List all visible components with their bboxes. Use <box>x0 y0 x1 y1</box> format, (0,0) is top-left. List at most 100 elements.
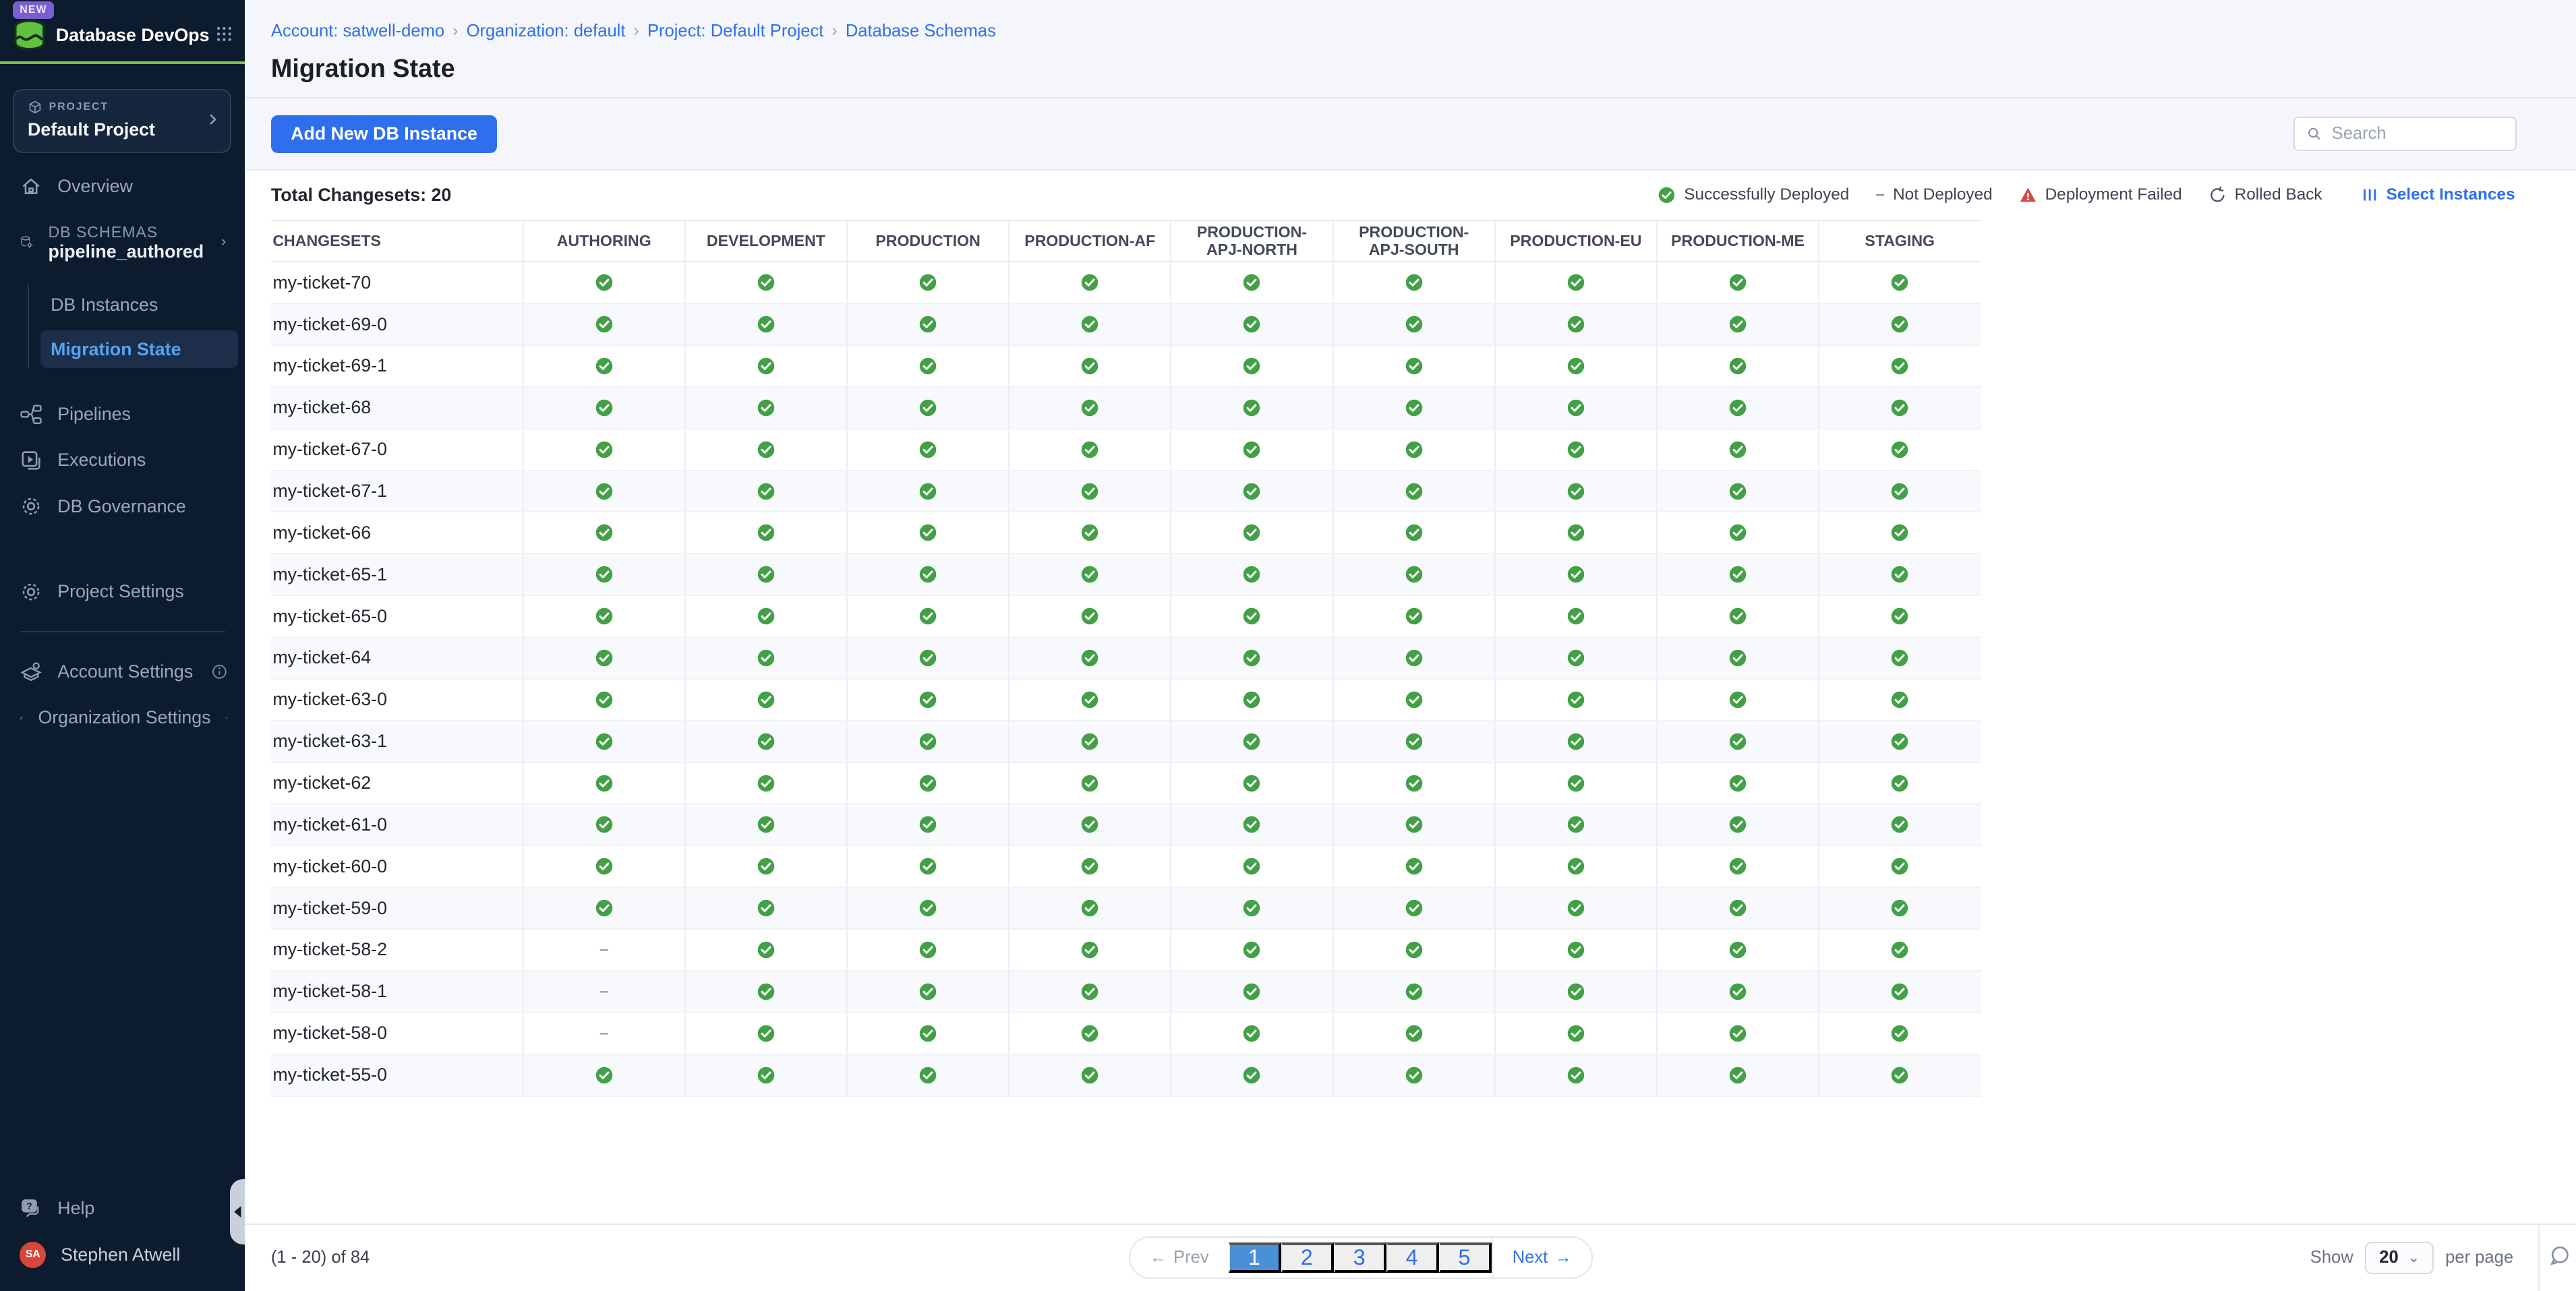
feedback-chat-icon[interactable] <box>2548 1244 2571 1267</box>
status-deployed-icon <box>757 273 775 292</box>
status-deployed-cell <box>1008 1013 1170 1054</box>
breadcrumb-link[interactable]: Project: Default Project <box>647 22 823 41</box>
sidebar-item-executions[interactable]: Executions <box>0 438 245 483</box>
status-not-deployed-dash: – <box>1875 185 1885 204</box>
status-deployed-cell <box>684 971 846 1012</box>
status-deployed-icon <box>757 1066 775 1085</box>
status-deployed-cell <box>1170 638 1332 678</box>
sidebar-item-overview[interactable]: Overview <box>0 163 245 209</box>
status-deployed-icon <box>1405 607 1424 626</box>
sidebar-item-db-schemas[interactable]: DB SCHEMAS pipeline_authored <box>0 212 245 272</box>
status-deployed-cell <box>1656 1013 1818 1054</box>
status-deployed-icon <box>757 690 775 709</box>
status-deployed-cell <box>1008 346 1170 386</box>
sidebar-item-db-instances[interactable]: DB Instances <box>40 284 245 326</box>
sidebar-nav: Overview DB SCHEMAS pipeline_authored DB… <box>0 153 245 1290</box>
status-deployed-icon <box>1890 649 1909 667</box>
status-deployed-icon <box>757 732 775 751</box>
changeset-name: my-ticket-63-1 <box>271 721 523 762</box>
sidebar-collapse-handle[interactable] <box>230 1179 245 1244</box>
breadcrumb-link[interactable]: Database Schemas <box>846 22 996 41</box>
gear-icon <box>20 495 42 518</box>
table-row: my-ticket-60-0 <box>271 846 1981 888</box>
status-deployed-cell <box>1333 388 1494 428</box>
project-selector[interactable]: PROJECT Default Project <box>13 89 231 154</box>
status-deployed-icon <box>757 649 775 667</box>
select-instances-button[interactable]: Select Instances <box>2362 185 2515 204</box>
status-deployed-icon <box>595 774 614 793</box>
status-deployed-cell <box>1333 1013 1494 1054</box>
page-button-3[interactable]: 3 <box>1334 1242 1386 1273</box>
page-button-5[interactable]: 5 <box>1439 1242 1492 1273</box>
sidebar-divider <box>20 631 225 632</box>
sidebar-item-account-settings[interactable]: Account Settings <box>0 649 245 695</box>
status-deployed-icon <box>1405 899 1424 918</box>
database-devops-logo-icon[interactable] <box>11 18 48 53</box>
breadcrumb-link[interactable]: Account: satwell-demo <box>271 22 444 41</box>
status-deployed-cell <box>1170 388 1332 428</box>
card-top: Total Changesets: 20 Successfully Deploy… <box>245 171 2576 220</box>
status-deployed-cell <box>1494 471 1656 512</box>
status-deployed-icon <box>1890 607 1909 626</box>
status-deployed-cell <box>1818 804 1980 845</box>
sidebar-item-pipelines[interactable]: Pipelines <box>0 392 245 438</box>
status-deployed-cell <box>684 763 846 804</box>
status-deployed-cell <box>684 554 846 595</box>
page-size-select[interactable]: 20 ⌄ <box>2365 1242 2434 1274</box>
status-deployed-cell <box>523 1055 684 1095</box>
status-deployed-cell <box>1008 763 1170 804</box>
page-size-control: Show 20 ⌄ per page <box>2310 1225 2513 1291</box>
status-deployed-icon <box>757 857 775 876</box>
status-deployed-icon <box>918 690 937 709</box>
status-deployed-cell <box>1494 554 1656 595</box>
page-button-4[interactable]: 4 <box>1386 1242 1439 1273</box>
status-deployed-icon <box>1242 273 1261 292</box>
table-row: my-ticket-63-0 <box>271 680 1981 721</box>
migration-state-table: CHANGESETSAUTHORINGDEVELOPMENTPRODUCTION… <box>271 220 1981 1097</box>
status-deployed-cell <box>1333 346 1494 386</box>
status-deployed-icon <box>1242 1066 1261 1085</box>
status-deployed-icon <box>1567 315 1585 334</box>
status-deployed-icon <box>1242 315 1261 334</box>
page-button-2[interactable]: 2 <box>1281 1242 1334 1273</box>
add-new-db-instance-button[interactable]: Add New DB Instance <box>271 115 497 153</box>
status-deployed-icon <box>1080 649 1099 667</box>
sidebar-item-db-governance[interactable]: DB Governance <box>0 483 245 529</box>
sidebar-item-help[interactable]: ? Help <box>0 1186 245 1232</box>
sidebar-item-project-settings[interactable]: Project Settings <box>0 569 245 615</box>
status-deployed-cell <box>846 804 1008 845</box>
main-content: Account: satwell-demo›Organization: defa… <box>245 0 2576 1291</box>
status-deployed-cell <box>1170 1013 1332 1054</box>
status-deployed-icon <box>1728 1066 1747 1085</box>
sidebar-item-migration-state[interactable]: Migration State <box>40 330 238 368</box>
status-deployed-cell <box>684 262 846 303</box>
breadcrumb-link[interactable]: Organization: default <box>467 22 626 41</box>
status-deployed-cell <box>1170 1055 1332 1095</box>
next-page-button[interactable]: Next → <box>1492 1238 1591 1278</box>
status-deployed-cell <box>1656 1055 1818 1095</box>
sidebar-item-organization-settings[interactable]: Organization Settings <box>0 695 245 741</box>
search-input[interactable] <box>2332 124 2504 144</box>
status-deployed-icon <box>918 774 937 793</box>
user-menu[interactable]: SA Stephen Atwell <box>0 1232 245 1278</box>
table-row: my-ticket-58-2– <box>271 930 1981 971</box>
status-not-deployed-cell: – <box>523 930 684 970</box>
app-launcher-grid-icon[interactable] <box>215 25 233 43</box>
status-deployed-cell <box>846 846 1008 887</box>
status-deployed-icon <box>1567 690 1585 709</box>
status-deployed-icon <box>1080 732 1099 751</box>
status-deployed-cell <box>523 388 684 428</box>
table-header-row: CHANGESETSAUTHORINGDEVELOPMENTPRODUCTION… <box>271 220 1981 262</box>
status-deployed-icon <box>1890 1066 1909 1085</box>
prev-page-button[interactable]: ← Prev <box>1130 1238 1229 1278</box>
status-deployed-cell <box>684 804 846 845</box>
search-box[interactable] <box>2293 117 2517 151</box>
changeset-name: my-ticket-58-0 <box>271 1013 523 1054</box>
chevron-right-icon <box>218 234 229 250</box>
status-deployed-icon <box>1405 857 1424 876</box>
status-deployed-cell <box>1494 804 1656 845</box>
status-deployed-icon <box>1728 774 1747 793</box>
sidebar-item-label: DB Instances <box>51 295 158 316</box>
page-button-1[interactable]: 1 <box>1229 1242 1281 1273</box>
status-deployed-cell <box>1170 680 1332 720</box>
